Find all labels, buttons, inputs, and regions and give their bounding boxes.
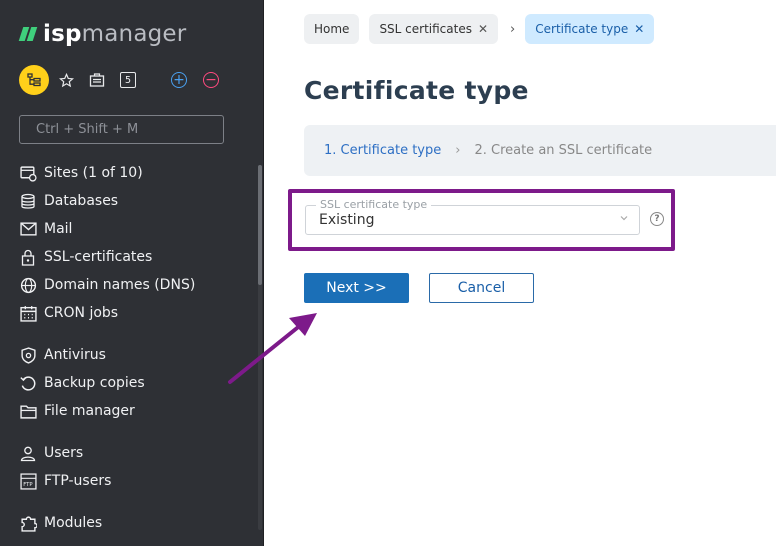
- sidebar-scrollbar-thumb[interactable]: [258, 165, 262, 285]
- sites-icon: [19, 164, 37, 182]
- sidebar-item-ftp-users[interactable]: FTP FTP-users: [19, 467, 249, 495]
- sidebar-item-label: FTP-users: [44, 473, 112, 489]
- sidebar-item-label: Sites (1 of 10): [44, 165, 143, 181]
- breadcrumb-label: Home: [314, 22, 350, 36]
- tree-menu-button[interactable]: [19, 65, 49, 95]
- next-button[interactable]: Next >>: [304, 273, 409, 303]
- close-icon[interactable]: ✕: [478, 22, 488, 36]
- sidebar-item-backup-copies[interactable]: Backup copies: [19, 369, 249, 397]
- tree-icon: [27, 73, 41, 87]
- sidebar-item-mail[interactable]: Mail: [19, 215, 249, 243]
- close-icon[interactable]: ✕: [634, 22, 644, 36]
- sidebar-item-sites[interactable]: Sites (1 of 10): [19, 159, 249, 187]
- logo-text-manager: manager: [81, 21, 187, 47]
- breadcrumb-certificate-type[interactable]: Certificate type ✕: [525, 14, 655, 44]
- tasks-button[interactable]: [89, 72, 105, 88]
- sidebar-toolbar: 5 + −: [19, 65, 235, 95]
- sidebar-item-label: Domain names (DNS): [44, 277, 196, 293]
- sidebar-item-label: Users: [44, 445, 84, 461]
- sidebar-item-label: CRON jobs: [44, 305, 119, 321]
- plus-icon: +: [173, 72, 185, 88]
- chevron-right-icon: ›: [455, 143, 461, 158]
- calendar-icon: [19, 304, 37, 322]
- sidebar-item-label: Backup copies: [44, 375, 145, 391]
- menu-search-input[interactable]: Ctrl + Shift + M: [19, 115, 224, 144]
- step-create-ssl-certificate: 2. Create an SSL certificate: [474, 143, 653, 158]
- wizard-steps: 1. Certificate type › 2. Create an SSL c…: [304, 125, 776, 176]
- mail-icon: [19, 220, 37, 238]
- ssl-certificate-type-value: Existing: [319, 212, 375, 228]
- step-certificate-type: 1. Certificate type: [324, 143, 442, 158]
- globe-icon: [19, 276, 37, 294]
- sidebar-item-modules[interactable]: Modules: [19, 509, 249, 537]
- chevron-right-icon: ›: [510, 21, 516, 37]
- sidebar-item-label: SSL-certificates: [44, 249, 153, 265]
- sidebar-item-label: Modules: [44, 515, 103, 531]
- ssl-certificate-type-select[interactable]: SSL certificate type Existing: [305, 198, 640, 235]
- sidebar-item-label: Antivirus: [44, 347, 106, 363]
- breadcrumb-ssl-certificates[interactable]: SSL certificates ✕: [369, 14, 499, 44]
- folder-icon: [19, 402, 37, 420]
- svg-text:FTP: FTP: [23, 481, 33, 487]
- notifications-counter[interactable]: 5: [120, 72, 136, 88]
- chevron-down-icon: [619, 213, 629, 223]
- ssl-certificate-type-label: SSL certificate type: [316, 198, 432, 211]
- collapse-all-button[interactable]: −: [203, 72, 219, 88]
- logo-mark-icon: [18, 27, 38, 41]
- briefcase-icon: [89, 73, 105, 87]
- modules-icon: [19, 514, 37, 532]
- sidebar-item-users[interactable]: Users: [19, 439, 249, 467]
- shield-icon: [19, 346, 37, 364]
- minus-icon: −: [205, 72, 217, 88]
- sidebar-item-label: File manager: [44, 403, 135, 419]
- breadcrumb-label: Certificate type: [535, 22, 629, 36]
- logo[interactable]: isp manager: [18, 18, 187, 50]
- user-icon: [19, 444, 37, 462]
- sidebar-item-label: Mail: [44, 221, 73, 237]
- database-icon: [19, 192, 37, 210]
- ftp-icon: FTP: [19, 472, 37, 490]
- sidebar-item-antivirus[interactable]: Antivirus: [19, 341, 249, 369]
- sidebar-item-databases[interactable]: Databases: [19, 187, 249, 215]
- favorites-button[interactable]: [58, 72, 74, 88]
- sidebar-item-label: Databases: [44, 193, 119, 209]
- sidebar-item-ssl-certificates[interactable]: SSL-certificates: [19, 243, 249, 271]
- sidebar: isp manager 5 + − Ctrl + Shift + M Sites…: [0, 0, 264, 546]
- page-title: Certificate type: [304, 76, 529, 105]
- star-icon: [58, 72, 74, 87]
- expand-all-button[interactable]: +: [171, 72, 187, 88]
- logo-text-isp: isp: [43, 21, 82, 47]
- sidebar-item-file-manager[interactable]: File manager: [19, 397, 249, 425]
- sidebar-item-cron-jobs[interactable]: CRON jobs: [19, 299, 249, 327]
- lock-icon: [19, 248, 37, 266]
- help-icon[interactable]: ?: [650, 212, 664, 226]
- breadcrumb-home[interactable]: Home: [304, 14, 360, 44]
- cancel-button[interactable]: Cancel: [429, 273, 534, 303]
- breadcrumb-label: SSL certificates: [379, 22, 472, 36]
- sidebar-item-dns[interactable]: Domain names (DNS): [19, 271, 249, 299]
- sidebar-nav: Sites (1 of 10) Databases Mail SSL-certi…: [19, 159, 249, 537]
- backup-icon: [19, 374, 37, 392]
- breadcrumb: Home SSL certificates ✕ › Certificate ty…: [304, 14, 664, 44]
